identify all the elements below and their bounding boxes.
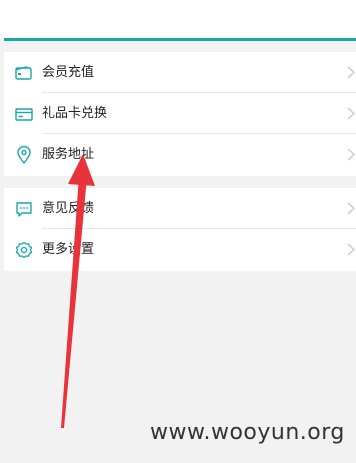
chevron-right-icon: [347, 148, 355, 161]
watermark-text: www.wooyun.org: [150, 420, 345, 445]
menu-item-more-settings[interactable]: 更多设置: [4, 229, 356, 270]
chevron-right-icon: [347, 243, 355, 256]
gift-card-icon: [15, 108, 33, 121]
location-pin-icon: [17, 145, 31, 165]
header-accent-line: [4, 38, 356, 41]
menu-item-label: 会员充值: [42, 65, 95, 80]
header-area: [0, 0, 356, 38]
menu-group-account: 会员充值 礼品卡兑换 服务地址: [4, 52, 356, 176]
feedback-chat-icon: [16, 202, 32, 217]
menu-item-label: 意见反馈: [42, 201, 95, 216]
chevron-right-icon: [347, 66, 355, 79]
menu-item-member-recharge[interactable]: 会员充值: [4, 52, 356, 93]
menu-group-misc: 意见反馈 更多设置: [4, 188, 356, 271]
chevron-right-icon: [347, 202, 355, 215]
menu-item-label: 礼品卡兑换: [42, 106, 108, 121]
chevron-right-icon: [347, 107, 355, 120]
menu-item-service-address[interactable]: 服务地址: [4, 134, 356, 175]
wallet-icon: [15, 66, 32, 80]
menu-item-gift-card[interactable]: 礼品卡兑换: [4, 93, 356, 134]
menu-item-label: 更多设置: [42, 242, 95, 257]
settings-gear-icon: [15, 241, 33, 259]
menu-item-label: 服务地址: [42, 147, 95, 162]
menu-item-feedback[interactable]: 意见反馈: [4, 188, 356, 229]
